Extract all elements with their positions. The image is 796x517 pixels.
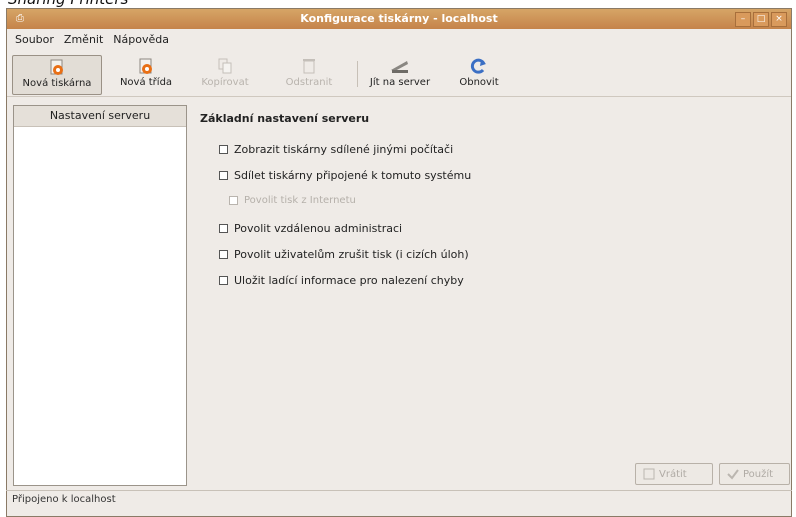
checkbox[interactable]	[219, 145, 228, 154]
checkbox[interactable]	[219, 276, 228, 285]
delete-label: Odstranit	[285, 77, 333, 88]
option-allow-internet-printing[interactable]: Povolit tisk z Internetu	[229, 195, 356, 206]
trash-icon	[298, 55, 320, 77]
new-class-button[interactable]: Nová třída	[111, 55, 181, 93]
status-bar: Připojeno k localhost	[6, 490, 792, 509]
option-share-printers[interactable]: Sdílet tiskárny připojené k tomuto systé…	[219, 169, 471, 182]
new-class-icon	[135, 55, 157, 77]
checkbox[interactable]	[219, 171, 228, 180]
option-label: Povolit uživatelům zrušit tisk (i cizích…	[234, 248, 469, 261]
menu-file[interactable]: Soubor	[15, 33, 54, 46]
copy-icon	[214, 55, 236, 77]
status-text: Připojeno k localhost	[12, 494, 116, 505]
refresh-label: Obnovit	[459, 77, 499, 88]
checkmark-icon	[727, 469, 739, 480]
menu-bar: Soubor Změnit Nápověda	[7, 29, 791, 49]
settings-sidebar: Nastavení serveru	[13, 105, 187, 486]
revert-icon	[643, 468, 655, 480]
minimize-button[interactable]: –	[735, 12, 751, 27]
refresh-button[interactable]: Obnovit	[454, 55, 504, 93]
option-label: Zobrazit tiskárny sdílené jinými počítač…	[234, 143, 454, 156]
copy-label: Kopírovat	[201, 77, 249, 88]
option-save-debug-info[interactable]: Uložit ladící informace pro nalezení chy…	[219, 274, 464, 287]
maximize-button[interactable]: □	[753, 12, 769, 27]
title-bar: ⎙ Konfigurace tiskárny - localhost – □ ×	[7, 9, 791, 29]
close-button[interactable]: ×	[771, 12, 787, 27]
delete-button[interactable]: Odstranit	[279, 55, 339, 93]
refresh-icon	[468, 55, 490, 77]
window-title: Konfigurace tiskárny - localhost	[300, 12, 498, 25]
option-label: Sdílet tiskárny připojené k tomuto systé…	[234, 169, 472, 182]
option-label: Povolit tisk z Internetu	[244, 195, 356, 206]
background-page-strip: Sharing Printers	[0, 0, 796, 8]
apply-label: Použít	[743, 468, 774, 480]
option-users-cancel-jobs[interactable]: Povolit uživatelům zrušit tisk (i cizích…	[219, 248, 469, 261]
option-label: Uložit ladící informace pro nalezení chy…	[234, 274, 464, 287]
new-printer-icon	[46, 56, 68, 78]
revert-label: Vrátit	[659, 468, 687, 480]
menu-edit[interactable]: Změnit	[64, 33, 103, 46]
goto-server-button[interactable]: Jít na server	[364, 55, 436, 93]
sidebar-item-server-settings[interactable]: Nastavení serveru	[14, 106, 186, 127]
toolbar-separator	[357, 61, 358, 87]
checkbox[interactable]	[229, 196, 238, 205]
option-show-shared-printers[interactable]: Zobrazit tiskárny sdílené jinými počítač…	[219, 143, 453, 156]
option-label: Povolit vzdálenou administraci	[234, 222, 403, 235]
goto-server-label: Jít na server	[369, 77, 431, 88]
new-class-label: Nová třída	[119, 77, 173, 88]
menu-help[interactable]: Nápověda	[113, 33, 169, 46]
new-printer-button[interactable]: Nová tiskárna	[12, 55, 102, 95]
section-title: Základní nastavení serveru	[200, 112, 370, 125]
checkbox[interactable]	[219, 250, 228, 259]
checkbox[interactable]	[219, 224, 228, 233]
toolbar: Nová tiskárna Nová třída Kopírovat Odstr…	[7, 49, 791, 97]
server-connect-icon	[389, 55, 411, 77]
new-printer-label: Nová tiskárna	[22, 78, 92, 89]
background-heading: Sharing Printers	[8, 0, 128, 8]
option-remote-admin[interactable]: Povolit vzdálenou administraci	[219, 222, 402, 235]
revert-button[interactable]: Vrátit	[635, 463, 713, 485]
apply-button[interactable]: Použít	[719, 463, 790, 485]
copy-button[interactable]: Kopírovat	[195, 55, 255, 93]
